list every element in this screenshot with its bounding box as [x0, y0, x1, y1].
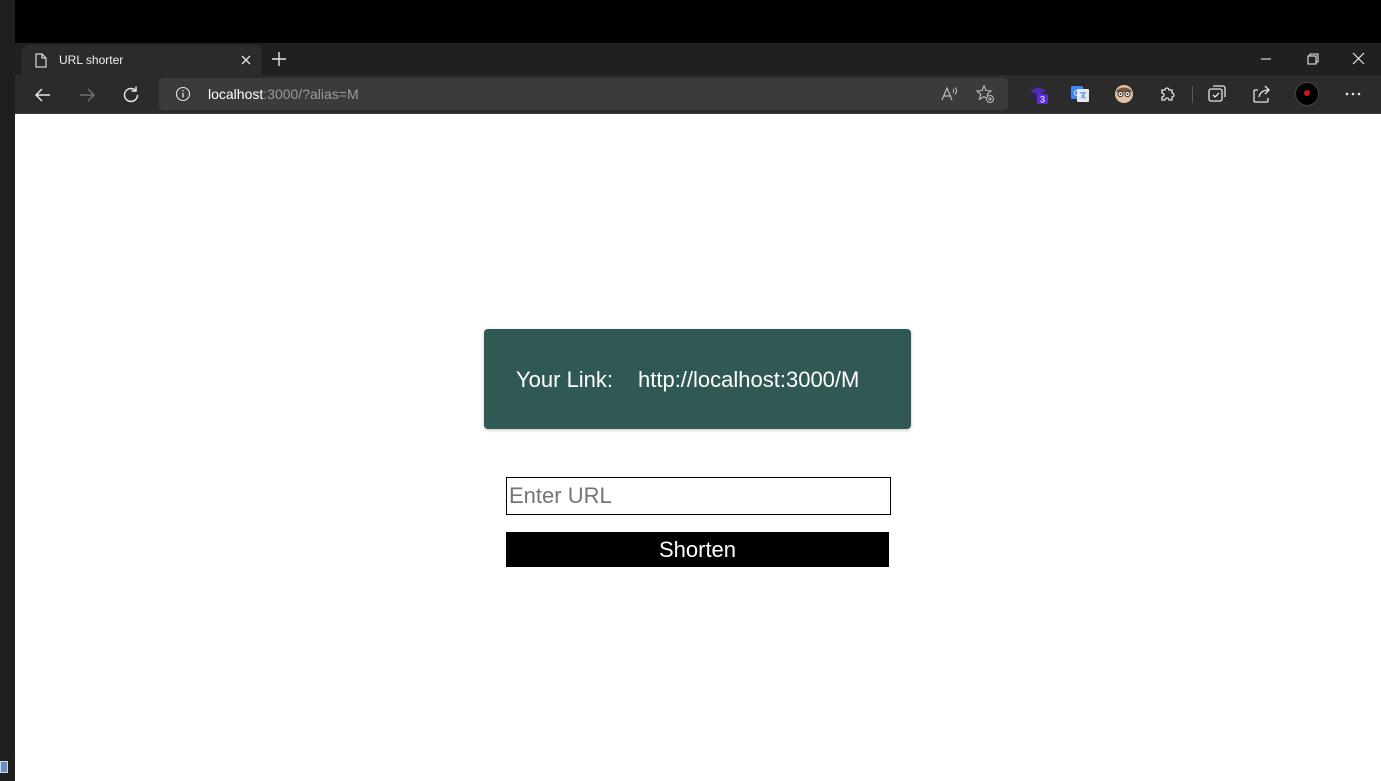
page-viewport: Your Link: http://localhost:3000/M Short…	[15, 114, 1381, 781]
forward-arrow-icon[interactable]	[75, 83, 99, 107]
minimize-icon[interactable]	[1254, 49, 1278, 69]
browser-window: URL shorter localhost:3000/?alias=M 3 G …	[15, 43, 1381, 781]
url-host: localhost	[208, 86, 264, 102]
extension-badge: 3	[1040, 95, 1045, 105]
google-translate-icon[interactable]: G	[1069, 83, 1091, 105]
extensions-puzzle-icon[interactable]	[1157, 83, 1179, 105]
more-options-icon[interactable]	[1342, 83, 1364, 105]
address-bar[interactable]: localhost:3000/?alias=M	[159, 78, 1008, 110]
back-arrow-icon[interactable]	[31, 83, 55, 107]
collections-icon[interactable]	[1206, 83, 1228, 105]
svg-text:G: G	[1074, 89, 1080, 98]
extension-stack-icon[interactable]: 3	[1027, 83, 1049, 105]
extension-face-icon[interactable]	[1113, 83, 1135, 105]
share-icon[interactable]	[1250, 83, 1272, 105]
info-icon[interactable]	[175, 86, 191, 102]
shorten-button[interactable]: Shorten	[506, 532, 889, 567]
add-favorite-icon[interactable]	[975, 84, 995, 104]
close-tab-icon[interactable]	[238, 52, 254, 68]
refresh-icon[interactable]	[119, 83, 143, 107]
taskbar-app-icon[interactable]	[0, 761, 8, 773]
url-input[interactable]	[506, 477, 891, 515]
tab-bar: URL shorter	[15, 43, 1381, 75]
profile-avatar[interactable]	[1295, 82, 1319, 106]
tab-url-shorter[interactable]: URL shorter	[22, 45, 262, 75]
restore-icon[interactable]	[1300, 49, 1324, 69]
toolbar-separator	[1192, 86, 1193, 103]
tab-title: URL shorter	[59, 53, 124, 67]
url-path: :3000/?alias=M	[263, 86, 359, 102]
page-icon	[35, 53, 47, 68]
browser-toolbar: localhost:3000/?alias=M 3 G	[15, 75, 1381, 114]
close-window-icon[interactable]	[1346, 49, 1370, 69]
new-tab-icon[interactable]	[269, 49, 289, 69]
url-text[interactable]: localhost:3000/?alias=M	[208, 86, 359, 102]
result-label: Your Link:	[516, 367, 614, 392]
short-link[interactable]: http://localhost:3000/M	[638, 367, 859, 393]
desktop-edge	[0, 0, 15, 781]
short-link-result: Your Link: http://localhost:3000/M	[484, 329, 911, 429]
read-aloud-icon[interactable]	[939, 84, 959, 104]
